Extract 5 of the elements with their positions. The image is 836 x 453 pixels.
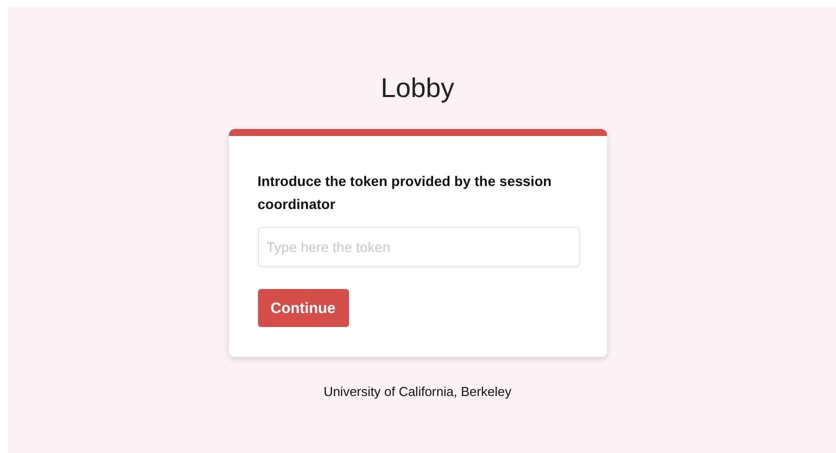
form-label: Introduce the token provided by the session coordinator [258,172,553,214]
footer-text: University of California, Berkeley [324,384,512,399]
continue-button[interactable]: Continue [258,289,348,327]
token-field[interactable]: Type here the token [258,227,580,267]
page-title: Lobby [380,73,454,103]
